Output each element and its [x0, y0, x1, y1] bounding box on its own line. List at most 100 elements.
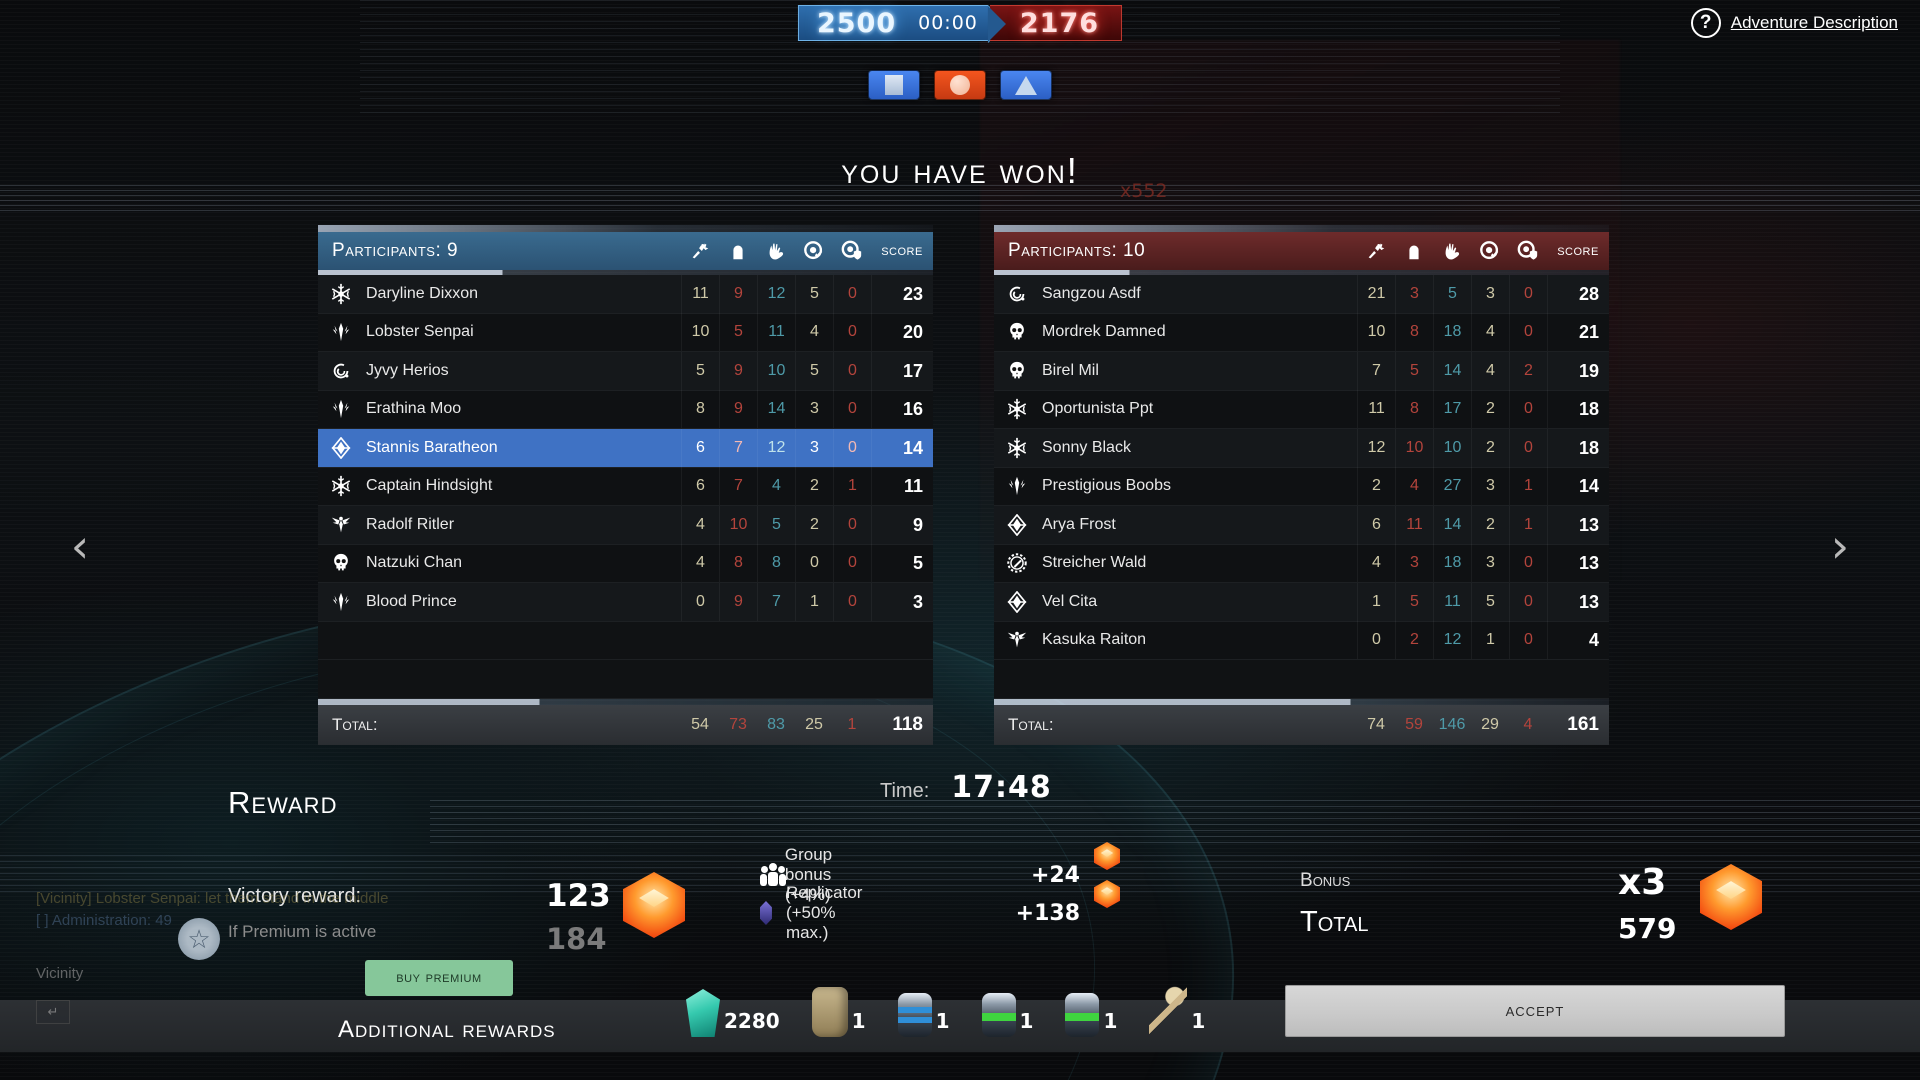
skull-avatar-icon — [324, 552, 358, 574]
cell-deaths: 3 — [1395, 274, 1433, 313]
objective-indicators — [868, 70, 1052, 100]
cell-defends: 1 — [1509, 505, 1547, 544]
player-rows: Sangzou Asdf 21 3 5 3 0 28 Mordrek Damned 10 8 18 4… — [994, 274, 1609, 699]
table-row[interactable]: Radolf Ritler 4 10 5 2 0 9 — [318, 505, 933, 545]
kills-icon[interactable] — [681, 240, 719, 262]
cell-assists: 12 — [757, 274, 795, 313]
total-captures: 25 — [805, 715, 823, 733]
bonus-label: BONUS — [1300, 870, 1351, 891]
cell-score: 13 — [1547, 582, 1609, 621]
chat-enter-key[interactable]: ↵ — [36, 1000, 70, 1024]
cell-deaths: 8 — [1395, 313, 1433, 352]
player-name: Kasuka Raiton — [1042, 631, 1147, 649]
cell-captures: 4 — [1471, 313, 1509, 352]
additional-reward-item[interactable]: 1 — [981, 993, 1033, 1037]
premium-reward-value: 184 — [546, 922, 607, 956]
cell-deaths: 7 — [719, 467, 757, 506]
reward-section-title: REWARD — [228, 785, 338, 820]
assists-icon[interactable] — [757, 240, 795, 262]
cell-assists: 11 — [1433, 582, 1471, 621]
table-row[interactable]: Natzuki Chan 4 8 8 0 0 5 — [318, 544, 933, 583]
total-assists: 146 — [1438, 715, 1466, 733]
objective-circle-red[interactable] — [934, 70, 986, 100]
total-defends: 4 — [1523, 715, 1533, 733]
player-rows: Daryline Dixxon 11 9 12 5 0 23 Lobster Senpai 10… — [318, 274, 933, 699]
kills-icon[interactable] — [1357, 240, 1395, 262]
deaths-icon[interactable] — [1395, 240, 1433, 262]
table-row[interactable]: Prestigious Boobs 2 4 27 3 1 14 — [994, 467, 1609, 506]
total-label: TOTAL — [1300, 906, 1369, 938]
cell-score: 14 — [1547, 467, 1609, 506]
compass-avatar-icon — [324, 436, 358, 459]
table-row[interactable]: Sangzou Asdf 21 3 5 3 0 28 — [994, 274, 1609, 314]
cell-deaths: 9 — [719, 274, 757, 313]
table-row[interactable]: Arya Frost 6 11 14 2 1 13 — [994, 505, 1609, 545]
circle-icon — [950, 75, 970, 95]
table-row[interactable]: Oportunista Ppt 11 8 17 2 0 18 — [994, 390, 1609, 429]
table-row[interactable]: Mordrek Damned 10 8 18 4 0 21 — [994, 313, 1609, 352]
captures-icon[interactable] — [795, 240, 833, 262]
replicator-icon — [760, 901, 772, 925]
additional-reward-item[interactable]: 1 — [897, 993, 950, 1037]
additional-reward-item[interactable]: 2280 — [686, 989, 780, 1037]
cell-assists: 18 — [1433, 544, 1471, 583]
buy-premium-button[interactable]: BUY PREMIUM — [365, 960, 513, 996]
cell-deaths: 9 — [719, 582, 757, 621]
player-name: Oportunista Ppt — [1042, 400, 1154, 418]
skull-avatar-icon — [1000, 321, 1034, 343]
chat-tab-vicinity[interactable]: Vicinity — [36, 965, 83, 982]
stat-cells: 21 3 5 3 0 28 — [1357, 274, 1609, 313]
additional-rewards-items: 2280 1 1 1 1 1 — [686, 985, 1205, 1037]
table-row[interactable]: Vel Cita 1 5 11 5 0 13 — [994, 582, 1609, 622]
chat-log: [Vicinity] Lobster Senpai: let them stan… — [36, 890, 506, 934]
cell-deaths: 4 — [1395, 467, 1433, 506]
objective-square-blue[interactable] — [868, 70, 920, 100]
table-row[interactable]: Captain Hindsight 6 7 4 2 1 11 — [318, 467, 933, 506]
cell-deaths: 9 — [719, 351, 757, 390]
scoreboard-red-team: PARTICIPANTS: 10 SCORE Sangzou Asdf 21 3 5 3 0 2… — [994, 225, 1609, 745]
skull-avatar-icon — [1000, 360, 1034, 382]
additional-reward-item[interactable]: 1 — [1149, 985, 1205, 1037]
cell-score: 18 — [1547, 390, 1609, 429]
next-page-arrow[interactable]: › — [1820, 520, 1860, 572]
adventure-description-link[interactable]: ? Adventure Description — [1690, 8, 1898, 38]
player-name: Prestigious Boobs — [1042, 477, 1171, 495]
cell-kills: 10 — [1357, 313, 1395, 352]
table-row[interactable]: Jyvy Herios 5 9 10 5 0 17 — [318, 351, 933, 391]
objective-triangle-blue[interactable] — [1000, 70, 1052, 100]
eagle-avatar-icon — [324, 514, 358, 536]
table-row[interactable]: Kasuka Raiton 0 2 12 1 0 4 — [994, 621, 1609, 660]
score-column-header[interactable]: SCORE — [1547, 240, 1609, 262]
prev-page-arrow[interactable]: ‹ — [60, 520, 100, 572]
cell-captures: 1 — [1471, 621, 1509, 660]
cell-deaths: 5 — [1395, 582, 1433, 621]
score-column-header[interactable]: SCORE — [871, 240, 933, 262]
accept-button[interactable]: ACCEPT — [1285, 985, 1785, 1037]
additional-reward-item[interactable]: 1 — [1065, 993, 1117, 1037]
group-bonus-value: +24 — [1030, 862, 1080, 888]
table-row[interactable]: Stannis Baratheon 6 7 12 3 0 14 — [318, 428, 933, 468]
player-name: Blood Prince — [366, 592, 457, 610]
table-row[interactable]: Daryline Dixxon 11 9 12 5 0 23 — [318, 274, 933, 314]
stat-cells: 1 5 11 5 0 13 — [1357, 582, 1609, 621]
table-row[interactable]: Blood Prince 0 9 7 1 0 3 — [318, 582, 933, 622]
defends-icon[interactable] — [1509, 240, 1547, 262]
table-row[interactable]: Erathina Moo 8 9 14 3 0 16 — [318, 390, 933, 429]
scoreboard-blue-team: PARTICIPANTS: 9 SCORE Daryline Dixxon 11 9 12… — [318, 225, 933, 745]
table-row[interactable]: Lobster Senpai 10 5 11 4 0 20 — [318, 313, 933, 352]
table-row[interactable]: Birel Mil 7 5 14 4 2 19 — [994, 351, 1609, 391]
cell-kills: 0 — [681, 582, 719, 621]
cell-deaths: 10 — [1395, 428, 1433, 467]
captures-icon[interactable] — [1471, 240, 1509, 262]
defends-icon[interactable] — [833, 240, 871, 262]
deaths-icon[interactable] — [719, 240, 757, 262]
additional-reward-item[interactable]: 1 — [811, 987, 866, 1037]
cell-defends: 0 — [833, 505, 871, 544]
table-row[interactable]: Sonny Black 12 10 10 2 0 18 — [994, 428, 1609, 468]
cell-defends: 0 — [1509, 390, 1547, 429]
additional-rewards-title: ADDITIONAL REWARDS — [338, 1016, 556, 1043]
table-row[interactable]: Streicher Wald 4 3 18 3 0 13 — [994, 544, 1609, 583]
stat-cells: 6 7 12 3 0 14 — [681, 428, 933, 467]
cell-deaths: 7 — [719, 428, 757, 467]
assists-icon[interactable] — [1433, 240, 1471, 262]
